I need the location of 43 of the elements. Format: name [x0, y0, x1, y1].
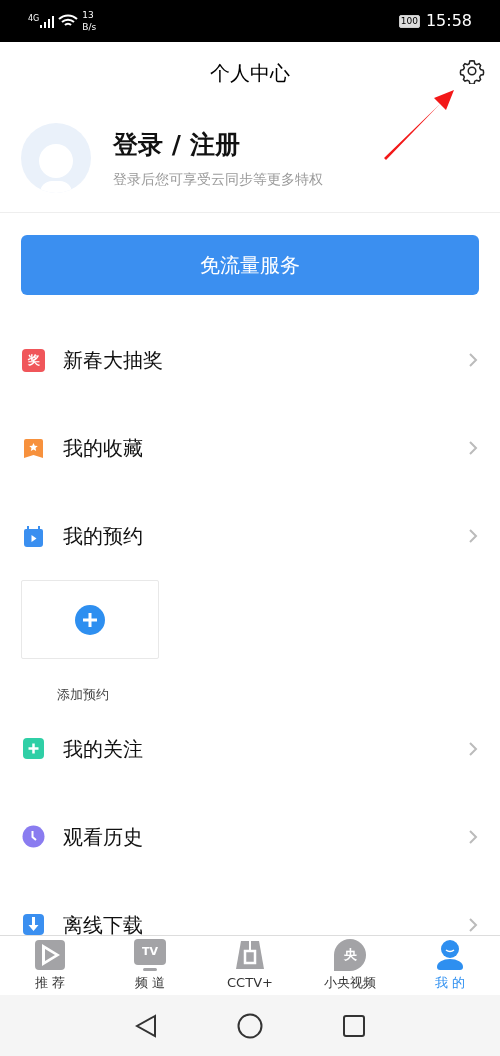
speed-value: 13	[82, 9, 95, 21]
clock-icon	[22, 825, 45, 848]
chevron-right-icon	[468, 440, 478, 456]
login-hint: 登录后您可享受云同步等更多特权	[113, 170, 323, 190]
menu-item[interactable]: 我的预约	[0, 492, 500, 580]
chevron-right-icon	[468, 352, 478, 368]
chevron-right-icon	[468, 740, 478, 757]
calendar-icon	[22, 524, 45, 548]
plus-icon	[22, 737, 45, 760]
prize-icon: 奖	[22, 348, 45, 372]
menu-item[interactable]: 我的收藏	[0, 404, 500, 492]
speed-unit: B/s	[82, 21, 97, 33]
menu-item[interactable]: 我的关注	[0, 704, 500, 793]
add-reservation-card[interactable]	[21, 580, 159, 659]
home-icon[interactable]	[237, 1012, 263, 1039]
chat-bubble-icon: 央	[334, 939, 366, 971]
chevron-right-icon	[468, 916, 478, 933]
tab[interactable]: 我 的	[400, 936, 500, 995]
back-icon[interactable]	[135, 1013, 157, 1038]
plus-circle-icon	[74, 603, 106, 636]
person-icon	[436, 939, 464, 971]
shopping-bag-icon	[235, 939, 265, 971]
signal-icon	[40, 14, 55, 28]
menu-item[interactable]: 离线下载	[0, 880, 500, 935]
add-reservation-label: 添加预约	[57, 686, 110, 704]
login-link[interactable]: 登录 / 注册	[113, 125, 323, 164]
page-title: 个人中心	[210, 60, 290, 87]
battery-icon: 100	[398, 14, 420, 28]
network-label: 4G	[28, 13, 40, 25]
menu-item[interactable]: 观看历史	[0, 792, 500, 881]
tab[interactable]: TV 频 道	[100, 936, 200, 995]
tab[interactable]: 推 荐	[0, 936, 100, 995]
play-icon	[34, 939, 66, 971]
tab[interactable]: 央 小央视频	[300, 936, 400, 995]
chevron-right-icon	[468, 528, 478, 544]
tab[interactable]: CCTV+	[200, 936, 300, 995]
menu-item[interactable]: 奖 新春大抽奖	[0, 316, 500, 404]
recents-icon[interactable]	[343, 1014, 365, 1037]
settings-button[interactable]	[458, 57, 486, 85]
bookmark-star-icon	[22, 436, 45, 460]
wifi-icon	[58, 14, 79, 28]
clock-time: 15:58	[425, 10, 472, 32]
chevron-right-icon	[468, 828, 478, 845]
